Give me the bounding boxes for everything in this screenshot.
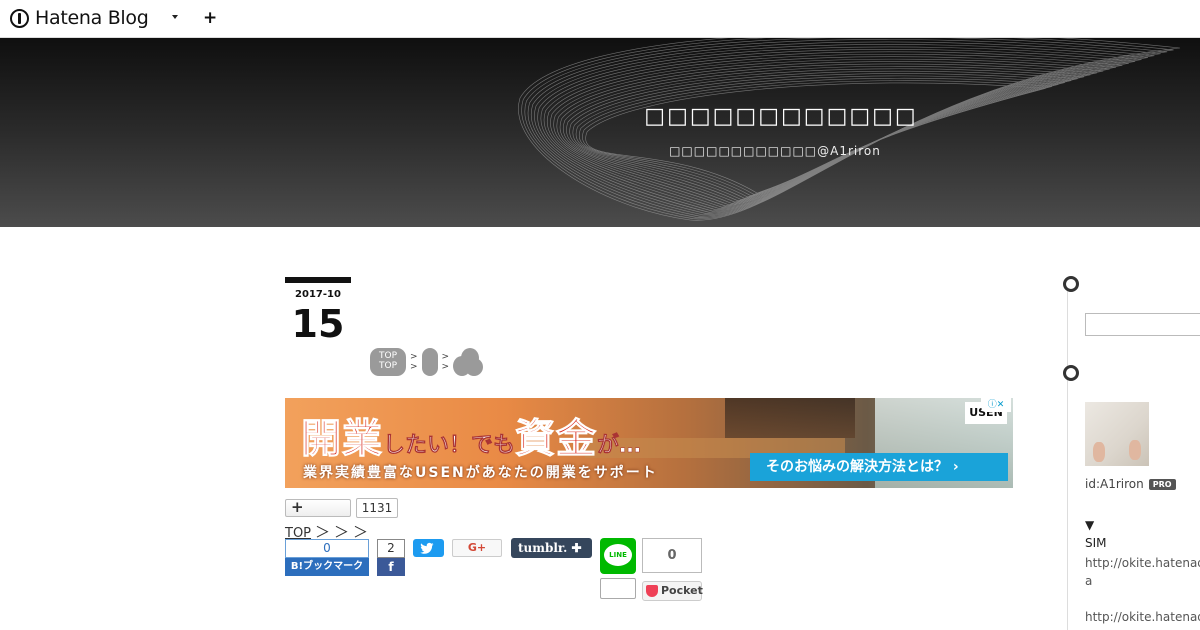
- new-post-plus-button[interactable]: +: [203, 8, 217, 28]
- pocket-count[interactable]: 0: [642, 538, 702, 573]
- breadcrumb-top-link[interactable]: TOP TOP: [370, 348, 406, 376]
- logo-text: Hatena Blog: [35, 7, 149, 29]
- sidebar-link[interactable]: http://okite.hatenad: [1085, 608, 1200, 626]
- facebook-icon[interactable]: f: [377, 558, 405, 576]
- pocket-save-button[interactable]: Pocket: [642, 581, 703, 601]
- ad-headline-part: 開業: [301, 416, 383, 463]
- ad-cta-button[interactable]: そのお悩みの解決方法とは？ ›: [750, 453, 1008, 481]
- ad-choices-icon[interactable]: ⓘ✕: [981, 398, 1011, 412]
- sidebar-section-title: SIM: [1085, 536, 1107, 550]
- global-header: Hatena Blog +: [0, 0, 1200, 38]
- menu-caret-down-icon[interactable]: [172, 15, 178, 19]
- pro-badge: PRO: [1148, 479, 1176, 490]
- separator-glyph: >: [410, 352, 418, 362]
- advertisement-banner[interactable]: 開業したい！でも資金が… 業界実績豊富なUSENがあなたの開業をサポート そのお…: [285, 398, 1013, 488]
- header-wave-decoration: [518, 38, 1181, 221]
- entry-date-day[interactable]: 15: [285, 302, 351, 346]
- breadcrumb-top-label: TOP: [378, 351, 397, 361]
- twitter-bird-icon: [420, 542, 434, 554]
- pocket-icon: [646, 585, 658, 597]
- pocket-label: Pocket: [661, 584, 703, 597]
- line-icon: LINE: [604, 544, 632, 566]
- plus-icon: +: [291, 498, 304, 516]
- facebook-share-count[interactable]: 2: [377, 539, 405, 558]
- facebook-share[interactable]: 2 f: [377, 539, 405, 576]
- author-avatar[interactable]: [1085, 402, 1149, 466]
- tumblr-share-button[interactable]: tumblr. ✚: [511, 538, 592, 558]
- author-id[interactable]: id:A1riron PRO: [1085, 477, 1176, 491]
- blog-description: □□□□□□□□□□□□@A1riron: [669, 144, 881, 158]
- ad-subline: 業界実績豊富なUSENがあなたの開業をサポート: [303, 465, 658, 481]
- add-star-button[interactable]: +: [285, 498, 351, 517]
- twitter-share-button[interactable]: [413, 539, 444, 557]
- blog-title[interactable]: □□□□□□□□□□□□: [0, 104, 1200, 129]
- breadcrumb: TOP TOP > > > >: [370, 347, 484, 377]
- sidebar-link-list: http://okite.hatenad a http://okite.hate…: [1085, 554, 1200, 626]
- separator-glyph: >: [441, 352, 450, 362]
- ad-headline: 開業したい！でも資金が…: [301, 406, 642, 464]
- sidebar-section-dot-icon: [1063, 276, 1079, 292]
- date-accent-bar: [285, 277, 351, 283]
- ad-headline-part: したい！でも: [383, 433, 516, 459]
- sidebar-section-dot-icon: [1063, 365, 1079, 381]
- hatena-bookmark-button[interactable]: B!ブックマーク: [285, 558, 369, 576]
- hatena-blog-logo[interactable]: Hatena Blog: [10, 7, 149, 29]
- separator-glyph: >: [441, 362, 450, 372]
- breadcrumb-top-label: TOP: [378, 361, 397, 371]
- ad-background-shelf: [725, 398, 855, 438]
- sidebar-link[interactable]: http://okite.hatenad: [1085, 554, 1200, 572]
- hatena-bookmark-share[interactable]: 0 B!ブックマーク: [285, 539, 369, 576]
- author-id-text[interactable]: id:A1riron: [1085, 477, 1144, 491]
- sidebar-timeline-line: [1067, 284, 1068, 630]
- breadcrumb-subcategory-link[interactable]: [453, 348, 484, 376]
- blog-header: □□□□□□□□□□□□ □□□□□□□□□□□□@A1riron: [0, 38, 1200, 227]
- entry-date-year-month[interactable]: 2017-10: [285, 289, 351, 300]
- sidebar-search-input[interactable]: [1085, 313, 1200, 336]
- ad-headline-part: 資金: [515, 416, 598, 463]
- hatena-bookmark-count[interactable]: 0: [285, 539, 369, 558]
- star-count[interactable]: 1131: [356, 498, 398, 518]
- sidebar-toggle-icon[interactable]: ▼: [1085, 518, 1094, 532]
- ad-headline-part: が…: [597, 433, 642, 459]
- line-share-button[interactable]: LINE: [600, 538, 636, 574]
- line-share-count: [600, 578, 636, 599]
- breadcrumb-separator: > >: [442, 352, 450, 372]
- separator-glyph: >: [410, 362, 418, 372]
- breadcrumb-category-link[interactable]: [421, 348, 438, 376]
- hatena-logo-icon: [10, 8, 29, 28]
- google-plus-share-button[interactable]: G+: [452, 539, 502, 557]
- sidebar-link[interactable]: a: [1085, 572, 1200, 590]
- breadcrumb-separator: > >: [410, 352, 418, 372]
